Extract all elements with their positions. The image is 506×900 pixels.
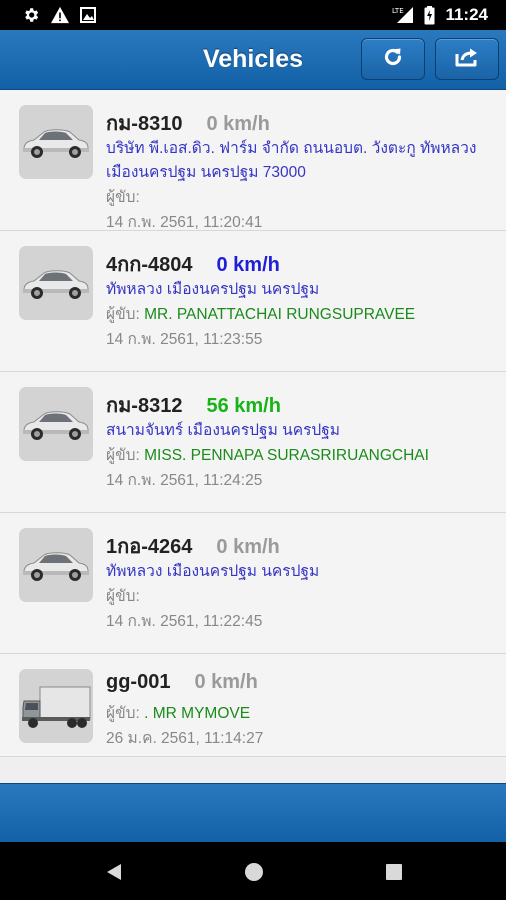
vehicle-timestamp: 14 ก.พ. 2561, 11:24:25 xyxy=(106,472,263,489)
vehicle-plate: กม-8310 xyxy=(106,113,183,135)
vehicle-plate: gg-001 xyxy=(106,671,171,693)
driver-label: ผู้ขับ: xyxy=(106,447,140,464)
vehicle-address: บริษัท พี.เอส.ดิว. ฟาร์ม จำกัด ถนนอบต. ว… xyxy=(106,140,477,181)
refresh-button[interactable] xyxy=(361,38,425,80)
driver-name: . MR MYMOVE xyxy=(144,705,251,722)
gear-icon xyxy=(22,6,40,24)
car-icon xyxy=(19,105,93,179)
vehicle-row[interactable]: กม-8312 56 km/h สนามจันทร์ เมืองนครปฐม น… xyxy=(0,372,506,513)
vehicle-address: ทัพหลวง เมืองนครปฐม นครปฐม xyxy=(106,281,320,298)
vehicle-driver: ผู้ขับ: xyxy=(106,185,498,210)
driver-label: ผู้ขับ: xyxy=(106,705,140,722)
page-title: Vehicles xyxy=(202,45,304,73)
home-icon[interactable] xyxy=(243,861,265,883)
driver-name: MISS. PENNAPA SURASRIRUANGCHAI xyxy=(144,447,429,464)
driver-label: ผู้ขับ: xyxy=(106,588,140,605)
vehicle-driver: ผู้ขับ: xyxy=(106,584,498,609)
vehicle-driver: ผู้ขับ: MR. PANATTACHAI RUNGSUPRAVEE xyxy=(106,302,498,327)
driver-label: ผู้ขับ: xyxy=(106,306,140,323)
vehicle-plate: 4กก-4804 xyxy=(106,254,193,276)
navigation-bar xyxy=(0,842,506,900)
car-icon xyxy=(19,528,93,602)
app-header: Vehicles xyxy=(0,30,506,90)
car-icon xyxy=(19,387,93,461)
warning-icon xyxy=(50,6,70,24)
vehicle-address: สนามจันทร์ เมืองนครปฐม นครปฐม xyxy=(106,422,340,439)
vehicle-speed: 56 km/h xyxy=(206,395,281,417)
svg-text:LTE: LTE xyxy=(392,7,404,15)
vehicle-timestamp: 14 ก.พ. 2561, 11:22:45 xyxy=(106,613,263,630)
share-icon xyxy=(454,46,480,72)
vehicle-speed: 0 km/h xyxy=(216,536,280,558)
vehicle-list: กม-8310 0 km/h บริษัท พี.เอส.ดิว. ฟาร์ม … xyxy=(0,90,506,757)
footer-bar xyxy=(0,783,506,843)
car-icon xyxy=(19,246,93,320)
vehicle-speed: 0 km/h xyxy=(206,113,270,135)
vehicle-speed: 0 km/h xyxy=(216,254,280,276)
vehicle-row[interactable]: gg-001 0 km/h ผู้ขับ: . MR MYMOVE 26 ม.ค… xyxy=(0,654,506,757)
vehicle-timestamp: 14 ก.พ. 2561, 11:23:55 xyxy=(106,331,263,348)
vehicle-driver: ผู้ขับ: . MR MYMOVE xyxy=(106,701,498,726)
lte-signal-icon: LTE xyxy=(392,6,414,24)
vehicle-driver: ผู้ขับ: MISS. PENNAPA SURASRIRUANGCHAI xyxy=(106,443,498,468)
status-time: 11:24 xyxy=(445,5,488,24)
truck-icon xyxy=(19,669,93,743)
back-icon[interactable] xyxy=(103,861,125,883)
recents-icon[interactable] xyxy=(383,861,405,883)
vehicle-row[interactable]: กม-8310 0 km/h บริษัท พี.เอส.ดิว. ฟาร์ม … xyxy=(0,90,506,231)
vehicle-plate: กม-8312 xyxy=(106,395,183,417)
share-button[interactable] xyxy=(435,38,499,80)
vehicle-row[interactable]: 4กก-4804 0 km/h ทัพหลวง เมืองนครปฐม นครป… xyxy=(0,231,506,372)
vehicle-plate: 1กอ-4264 xyxy=(106,536,193,558)
image-icon xyxy=(80,7,96,23)
driver-name: MR. PANATTACHAI RUNGSUPRAVEE xyxy=(144,306,416,323)
status-bar: LTE 11:24 xyxy=(0,0,506,30)
vehicle-row[interactable]: 1กอ-4264 0 km/h ทัพหลวง เมืองนครปฐม นครป… xyxy=(0,513,506,654)
vehicle-address: ทัพหลวง เมืองนครปฐม นครปฐม xyxy=(106,563,320,580)
vehicle-timestamp: 26 ม.ค. 2561, 11:14:27 xyxy=(106,730,264,747)
battery-icon xyxy=(424,5,435,25)
driver-label: ผู้ขับ: xyxy=(106,189,140,206)
vehicle-speed: 0 km/h xyxy=(194,671,258,693)
refresh-icon xyxy=(381,45,405,73)
